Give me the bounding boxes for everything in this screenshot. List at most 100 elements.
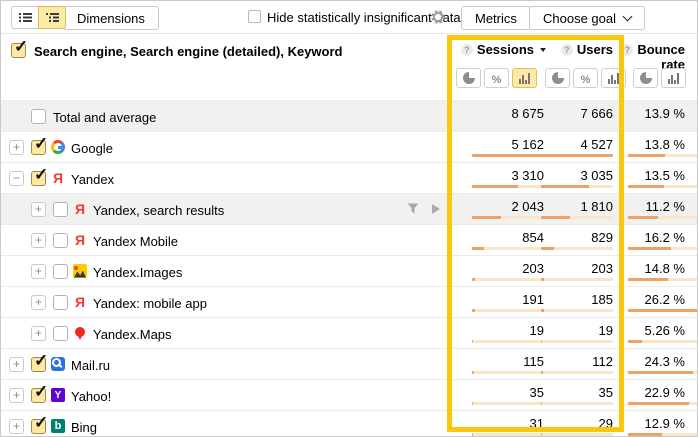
yandex-icon (73, 233, 87, 247)
metric-value: 24.3 % (645, 354, 685, 369)
list-flat-button[interactable] (11, 6, 39, 29)
pie-chart-button[interactable] (456, 68, 481, 88)
row-checkbox[interactable] (53, 233, 68, 248)
metric-bar (628, 247, 698, 250)
expand-button[interactable]: + (9, 357, 24, 372)
expand-button[interactable]: + (31, 202, 46, 217)
row-label[interactable]: Yandex Mobile (93, 234, 178, 249)
column-header-sessions[interactable]: Sessions (451, 42, 546, 57)
column-header-users[interactable]: Users (541, 42, 613, 57)
expand-button[interactable]: + (31, 233, 46, 248)
metric-value: 13.5 % (645, 168, 685, 183)
table-row[interactable]: − Yandex 3 310 3 035 13.5 % (1, 162, 697, 193)
table-row[interactable]: + Yandex Mobile 854 829 16.2 % (1, 224, 697, 255)
row-label[interactable]: Yandex, search results (93, 203, 224, 218)
row-checkbox[interactable] (31, 388, 46, 403)
toolbar: Dimensions Hide statistically insignific… (1, 1, 697, 34)
table-row[interactable]: + Yandex: mobile app 191 185 26.2 % (1, 286, 697, 317)
metric-bar (541, 371, 613, 374)
expand-button[interactable]: + (9, 419, 24, 434)
choose-goal-button[interactable]: Choose goal (529, 6, 645, 30)
column-label: Sessions (477, 42, 534, 57)
table-row[interactable]: + Yandex, search results 2 043 1 810 11.… (1, 193, 697, 224)
yandex-icon (73, 295, 87, 309)
table-row[interactable]: + Yahoo! 35 35 22.9 % (1, 379, 697, 410)
pie-chart-icon (552, 72, 564, 84)
bar-chart-button[interactable] (512, 68, 537, 88)
bar-chart-icon (519, 73, 531, 84)
metric-bar (541, 216, 613, 219)
row-label[interactable]: Google (71, 141, 113, 156)
bar-chart-button[interactable] (661, 68, 686, 88)
list-flat-icon (19, 12, 32, 23)
bing-icon (51, 419, 65, 433)
row-checkbox[interactable] (31, 171, 46, 186)
metric-value: 22.9 % (645, 385, 685, 400)
dimensions-button[interactable]: Dimensions (63, 6, 159, 30)
row-label[interactable]: Yandex: mobile app (93, 296, 207, 311)
row-checkbox[interactable] (53, 264, 68, 279)
analytics-report-window: Dimensions Hide statistically insignific… (0, 0, 698, 437)
metric-bar (628, 402, 698, 405)
cell-bounce: 11.2 % (605, 194, 698, 225)
percent-chart-button[interactable] (484, 68, 509, 88)
metric-bar (628, 216, 698, 219)
dimension-checkbox[interactable] (11, 43, 26, 58)
expand-button[interactable]: + (9, 388, 24, 403)
cell-bounce: 13.9 % (605, 101, 698, 132)
row-label[interactable]: Total and average (53, 110, 156, 125)
cell-users: 3 035 (531, 163, 613, 194)
row-label[interactable]: Bing (71, 420, 97, 435)
view-toggle-group (11, 6, 66, 29)
hide-insignificant-checkbox[interactable] (248, 10, 261, 23)
row-label[interactable]: Yahoo! (71, 389, 111, 404)
help-icon[interactable] (561, 44, 573, 56)
help-icon[interactable] (461, 44, 473, 56)
expand-button[interactable]: + (31, 295, 46, 310)
row-label[interactable]: Mail.ru (71, 358, 110, 373)
metric-value: 13.9 % (645, 106, 685, 121)
dimension-title: Search engine, Search engine (detailed),… (34, 44, 342, 59)
row-label[interactable]: Yandex (71, 172, 114, 187)
cell-users: 29 (531, 411, 613, 437)
table-row[interactable]: + Mail.ru 115 112 24.3 % (1, 348, 697, 379)
percent-chart-icon (492, 71, 502, 86)
expand-button[interactable]: + (31, 264, 46, 279)
row-checkbox[interactable] (53, 326, 68, 341)
pie-chart-button[interactable] (633, 68, 658, 88)
cell-users: 35 (531, 380, 613, 411)
percent-chart-icon (581, 71, 591, 86)
help-icon[interactable] (621, 44, 633, 56)
pie-chart-button[interactable] (545, 68, 570, 88)
cell-users: 829 (531, 225, 613, 256)
metrics-button[interactable]: Metrics (461, 6, 531, 30)
gear-icon[interactable] (430, 9, 446, 25)
table-row[interactable]: + Yandex.Maps 19 19 5.26 % (1, 317, 697, 348)
row-checkbox[interactable] (31, 109, 46, 124)
row-checkbox[interactable] (53, 295, 68, 310)
row-checkbox[interactable] (31, 140, 46, 155)
table-row[interactable]: + Yandex.Images 203 203 14.8 % (1, 255, 697, 286)
expand-button[interactable]: + (31, 326, 46, 341)
bar-chart-button[interactable] (601, 68, 626, 88)
mailru-icon (51, 357, 65, 371)
metric-bar (628, 185, 698, 188)
expand-button[interactable]: − (9, 171, 24, 186)
cell-bounce: 14.8 % (605, 256, 698, 287)
table-row[interactable]: + Google 5 162 4 527 13.8 % (1, 131, 697, 162)
pie-chart-icon (640, 72, 652, 84)
row-checkbox[interactable] (53, 202, 68, 217)
row-label[interactable]: Yandex.Images (93, 265, 182, 280)
expand-button[interactable]: + (9, 140, 24, 155)
percent-chart-button[interactable] (573, 68, 598, 88)
table-row[interactable]: + Bing 31 29 12.9 % (1, 410, 697, 437)
table-row[interactable]: Total and average 8 675 7 666 13.9 % (1, 100, 697, 131)
metric-value: 11.2 % (645, 199, 685, 214)
row-checkbox[interactable] (31, 357, 46, 372)
row-checkbox[interactable] (31, 419, 46, 434)
list-tree-button[interactable] (38, 6, 66, 29)
drilldown-play-icon[interactable] (432, 204, 440, 214)
metric-bar (628, 154, 698, 157)
filter-icon[interactable] (407, 203, 419, 214)
row-label[interactable]: Yandex.Maps (93, 327, 172, 342)
